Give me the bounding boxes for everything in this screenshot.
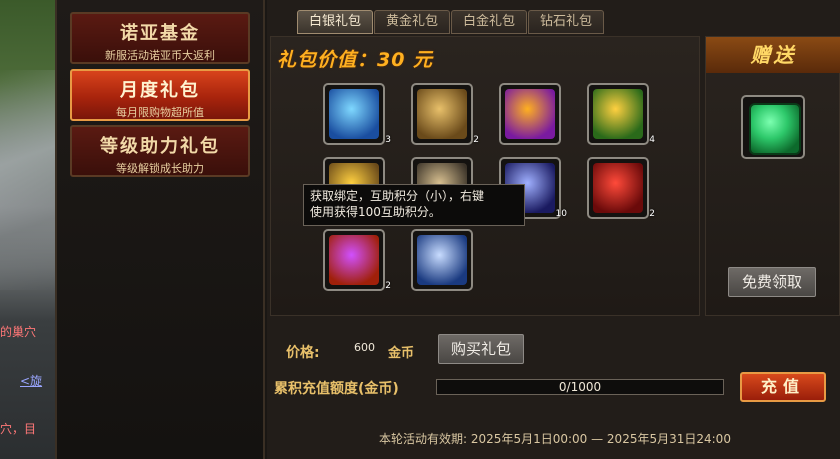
- blue-crystal-icon: [329, 89, 379, 139]
- item-count: 10: [555, 209, 567, 219]
- green-signal-card-icon: [749, 103, 801, 155]
- package-item-slot[interactable]: 3: [323, 83, 391, 145]
- item-tooltip: 获取绑定，互助积分（小），右键 使用获得100互助积分。: [303, 184, 525, 226]
- tab-diamond[interactable]: 钻石礼包: [528, 10, 604, 34]
- tab-gold[interactable]: 黄金礼包: [374, 10, 450, 34]
- purple-gem-medal-icon: [329, 235, 379, 285]
- nav-item-subtitle: 每月限购物超所值: [116, 106, 204, 119]
- package-content-area: 礼包价值：30 元 32421022: [270, 36, 700, 316]
- gold-bar-icon: [593, 89, 643, 139]
- free-claim-button[interactable]: 免费领取: [728, 267, 816, 297]
- nav-monthly-package-button[interactable]: 月度礼包 每月限购物超所值: [70, 69, 250, 121]
- nav-item-subtitle: 等级解锁成长助力: [116, 162, 204, 175]
- gift-header: 赠送: [706, 37, 840, 73]
- gift-item-slot[interactable]: [741, 95, 805, 159]
- activity-period-text: 本轮活动有效期: 2025年5月1日00:00 — 2025年5月31日24:0…: [379, 432, 731, 446]
- package-item-slot[interactable]: [411, 229, 473, 291]
- silver-cards-icon: [417, 235, 467, 285]
- item-count: 2: [649, 209, 655, 219]
- item-count: 4: [649, 135, 655, 145]
- tab-platinum[interactable]: 白金礼包: [451, 10, 527, 34]
- scene-chat-text: 的巢穴: [0, 325, 37, 339]
- nav-item-title: 诺亚基金: [120, 23, 200, 44]
- price-label: 价格:: [286, 345, 320, 361]
- nav-level-package-button[interactable]: 等级助力礼包 等级解锁成长助力: [70, 125, 250, 177]
- purchase-area: 价格: 600 金币 购买礼包 累积充值额度(金币) 0/1000 充值 本轮活…: [270, 320, 840, 459]
- rainbow-crystal-icon: [505, 89, 555, 139]
- package-item-slot[interactable]: 4: [587, 83, 655, 145]
- scene-road: [0, 70, 55, 290]
- price-currency: 金币: [388, 346, 415, 361]
- item-count: 3: [385, 135, 391, 145]
- activity-nav-panel: 诺亚基金 新服活动诺亚币大返利 月度礼包 每月限购物超所值 等级助力礼包 等级解…: [55, 0, 265, 459]
- nav-item-title: 月度礼包: [120, 80, 200, 101]
- tooltip-line-1: 获取绑定，互助积分（小），右键: [310, 189, 485, 203]
- money-bag-icon: [417, 89, 467, 139]
- package-item-slot[interactable]: [499, 83, 561, 145]
- package-value-title: 礼包价值：30 元: [277, 49, 434, 71]
- package-item-slot[interactable]: 2: [323, 229, 391, 291]
- recharge-progress-bar: 0/1000: [436, 379, 724, 395]
- recharge-progress-text: 0/1000: [558, 380, 602, 394]
- price-value: 600: [354, 341, 375, 354]
- gift-panel: 赠送 免费领取: [705, 36, 840, 316]
- item-count: 2: [385, 281, 391, 291]
- recharge-button[interactable]: 充值: [740, 372, 826, 402]
- recharge-total-label: 累积充值额度(金币): [274, 381, 399, 397]
- red-shield-icon: [593, 163, 643, 213]
- scene-chat-link[interactable]: <旋: [20, 372, 42, 389]
- package-main-panel: 白银礼包 黄金礼包 白金礼包 钻石礼包 礼包价值：30 元 32421022 赠…: [267, 0, 840, 459]
- game-scene-background: 的巢穴 <旋 穴，目: [0, 0, 55, 459]
- package-item-slot[interactable]: 2: [587, 157, 655, 219]
- scene-chat-text-2: 穴，目: [0, 422, 37, 436]
- nav-item-subtitle: 新服活动诺亚币大返利: [105, 49, 215, 62]
- package-item-slot[interactable]: 2: [411, 83, 479, 145]
- buy-package-button[interactable]: 购买礼包: [438, 334, 524, 364]
- nav-noah-fund-button[interactable]: 诺亚基金 新服活动诺亚币大返利: [70, 12, 250, 64]
- nav-item-title: 等级助力礼包: [100, 136, 220, 157]
- tooltip-line-2: 使用获得100互助积分。: [310, 205, 441, 219]
- item-count: 2: [473, 135, 479, 145]
- tab-silver[interactable]: 白银礼包: [297, 10, 373, 34]
